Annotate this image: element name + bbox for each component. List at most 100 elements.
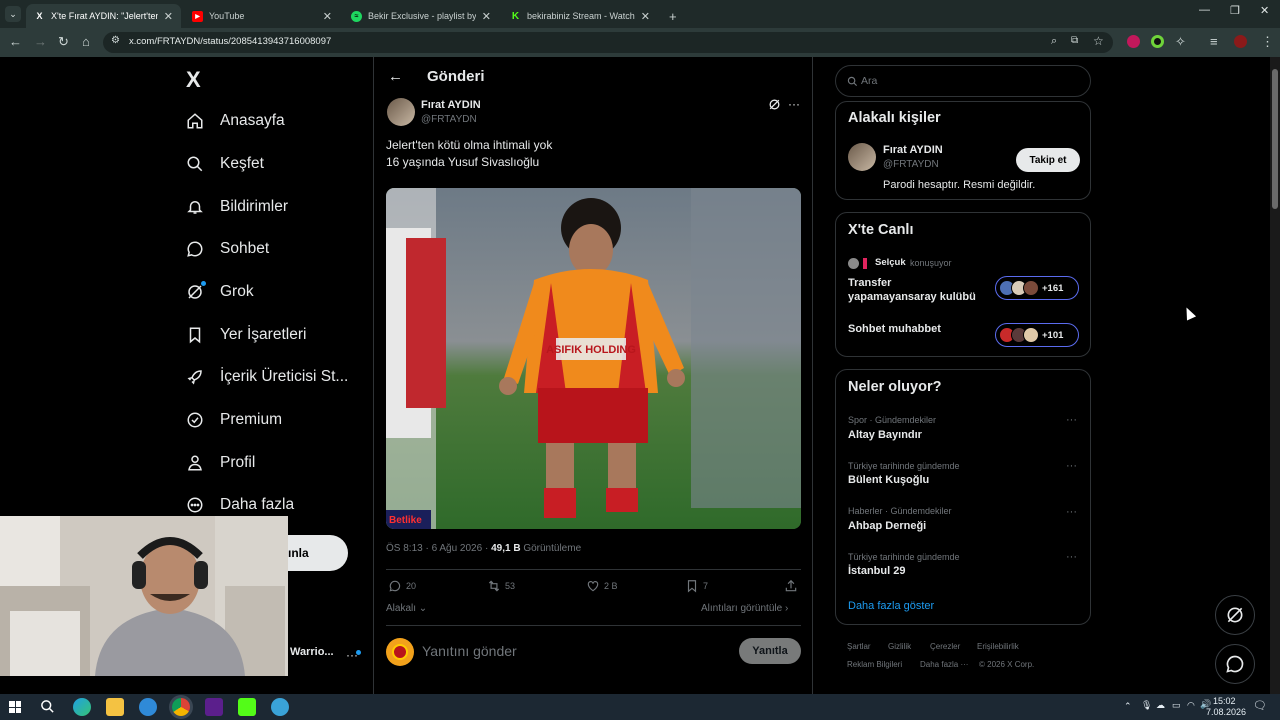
author-avatar[interactable] [387,98,415,126]
author-handle[interactable]: @FRTAYDN [421,114,477,125]
more-options-icon[interactable]: ··· [788,97,800,111]
space-title[interactable]: yapamayansaray kulübü [848,291,976,303]
sidebar-item-bookmarks[interactable]: Yer İşaretleri [186,326,306,344]
close-icon[interactable]: ✕ [482,10,491,23]
page-scrollbar[interactable] [1270,57,1280,694]
close-icon[interactable]: ✕ [641,10,650,23]
tweet-image[interactable]: ASIFIK HOLDING Betlike [386,188,801,529]
new-tab-button[interactable]: + [661,4,681,28]
bookmark-button[interactable]: 7 [685,579,708,593]
sidebar-item-explore[interactable]: Keşfet [186,155,264,173]
sidebar-item-premium[interactable]: Premium [186,411,282,429]
sidebar-item-creator-studio[interactable]: İçerik Üreticisi St... [186,368,348,386]
search-icon[interactable] [40,699,55,719]
trend-name[interactable]: Altay Bayındır [848,429,922,441]
browser-tab[interactable]: ▶ YouTube ✕ [184,4,340,28]
tray-chevron-icon[interactable]: ⌃ [1124,701,1132,712]
reply-input[interactable]: Yanıtını gönder [422,643,517,659]
host-name[interactable]: Selçuk [875,257,906,268]
site-info-icon[interactable]: ⚙ [111,35,120,46]
reload-icon[interactable]: ↻ [58,35,69,49]
footer-link[interactable]: Gizlilik [888,642,911,651]
media-control-icon[interactable]: ≡ [1210,35,1218,49]
menu-icon[interactable]: ⋮ [1261,35,1274,49]
kick-icon[interactable] [238,698,256,716]
more-options-icon[interactable]: ··· [1066,506,1077,518]
grok-floating-button[interactable] [1215,595,1255,635]
grok-icon[interactable] [768,98,781,116]
messages-floating-button[interactable] [1215,644,1255,684]
space-title[interactable]: Sohbet muhabbet [848,323,941,335]
person-name[interactable]: Fırat AYDIN [883,144,943,156]
battery-icon[interactable]: ▭ [1172,700,1181,711]
trend-name[interactable]: Bülent Kuşoğlu [848,474,929,486]
close-icon[interactable]: ✕ [323,10,332,23]
extension-icon[interactable] [1151,35,1164,48]
reply-submit-button[interactable]: Yanıtla [739,638,801,664]
scrollbar-thumb[interactable] [1272,69,1278,209]
share-button[interactable] [784,579,802,593]
taskbar-app-icon[interactable] [271,698,289,716]
cloud-icon[interactable]: ☁ [1156,700,1165,711]
profile-avatar-icon[interactable] [1234,35,1247,48]
microphone-icon[interactable]: 🎙 [1141,700,1152,711]
person-avatar[interactable] [848,143,876,171]
puzzle-icon[interactable]: ✧ [1175,35,1186,49]
notification-icon[interactable]: 🗨 [1253,699,1267,712]
install-app-icon[interactable]: ⧉ [1071,35,1078,46]
account-name[interactable]: Warrio... [290,646,334,658]
related-link[interactable]: Alakalı ⌄ [386,603,427,614]
windows-start-icon[interactable] [9,701,21,713]
space-title[interactable]: Transfer [848,277,891,289]
show-more-link[interactable]: Daha fazla göster [848,600,934,612]
file-explorer-icon[interactable] [106,698,124,716]
clock-date[interactable]: 7.08.2026 [1206,707,1246,717]
browser-tab-active[interactable]: X X'te Fırat AYDIN: "Jelert'ten kötü ✕ [26,4,181,28]
space-listeners-pill[interactable]: +101 [995,323,1079,347]
footer-link[interactable]: Çerezler [930,642,960,651]
post-time[interactable]: ÖS 8:13 · 6 Ağu 2026 · [386,543,488,554]
close-icon[interactable]: ✕ [164,10,173,23]
author-name[interactable]: Fırat AYDIN [421,99,481,111]
minimize-button[interactable]: — [1199,4,1210,16]
browser-tab[interactable]: K bekirabiniz Stream - Watch Live ✕ [502,4,658,28]
footer-link[interactable]: Reklam Bilgileri [847,660,902,669]
address-bar[interactable]: ⚙ x.com/FRTAYDN/status/20854139437160080… [103,32,1113,53]
restore-button[interactable]: ❐ [1230,4,1240,17]
sidebar-item-notifications[interactable]: Bildirimler [186,198,288,216]
like-button[interactable]: 2 B [586,579,618,593]
search-input[interactable]: Ara [835,65,1091,97]
home-page-icon[interactable]: ⌂ [82,35,90,49]
more-options-icon[interactable]: ··· [1066,414,1077,426]
space-listeners-pill[interactable]: +161 [995,276,1079,300]
footer-link[interactable]: Şartlar [847,642,871,651]
clock-time[interactable]: 15:02 [1213,696,1236,706]
person-handle[interactable]: @FRTAYDN [883,159,939,170]
post-button[interactable]: ınla [278,535,348,571]
footer-link[interactable]: Erişilebilirlik [977,642,1019,651]
back-arrow-icon[interactable]: ← [9,35,22,49]
vpn-icon[interactable] [139,698,157,716]
extension-icon[interactable] [1127,35,1140,48]
zoom-icon[interactable]: ⌕ [1051,35,1057,48]
sidebar-item-more[interactable]: Daha fazla [186,496,294,514]
trend-name[interactable]: İstanbul 29 [848,565,905,577]
more-options-icon[interactable]: ··· [1066,460,1077,472]
star-icon[interactable]: ☆ [1093,34,1104,48]
trend-name[interactable]: Ahbap Derneği [848,520,926,532]
view-quotes-link[interactable]: Alıntıları görüntüle › [701,603,788,614]
forward-arrow-icon[interactable]: → [34,35,47,49]
sidebar-item-grok[interactable]: Grok [186,281,254,301]
network-icon[interactable]: ◠ [1187,700,1195,711]
reply-button[interactable]: 20 [388,579,416,593]
sidebar-item-chat[interactable]: Sohbet [186,240,269,258]
chrome-icon[interactable] [172,698,190,716]
edge-icon[interactable] [73,698,91,716]
back-arrow-icon[interactable]: ← [388,68,403,85]
sidebar-item-home[interactable]: Anasayfa [186,112,285,130]
tab-search-button[interactable]: ⌄ [5,6,21,22]
footer-link[interactable]: Daha fazla ··· [920,660,968,669]
more-options-icon[interactable]: ··· [1066,551,1077,563]
x-logo-icon[interactable]: X [186,67,201,93]
sidebar-item-profile[interactable]: Profil [186,454,255,472]
